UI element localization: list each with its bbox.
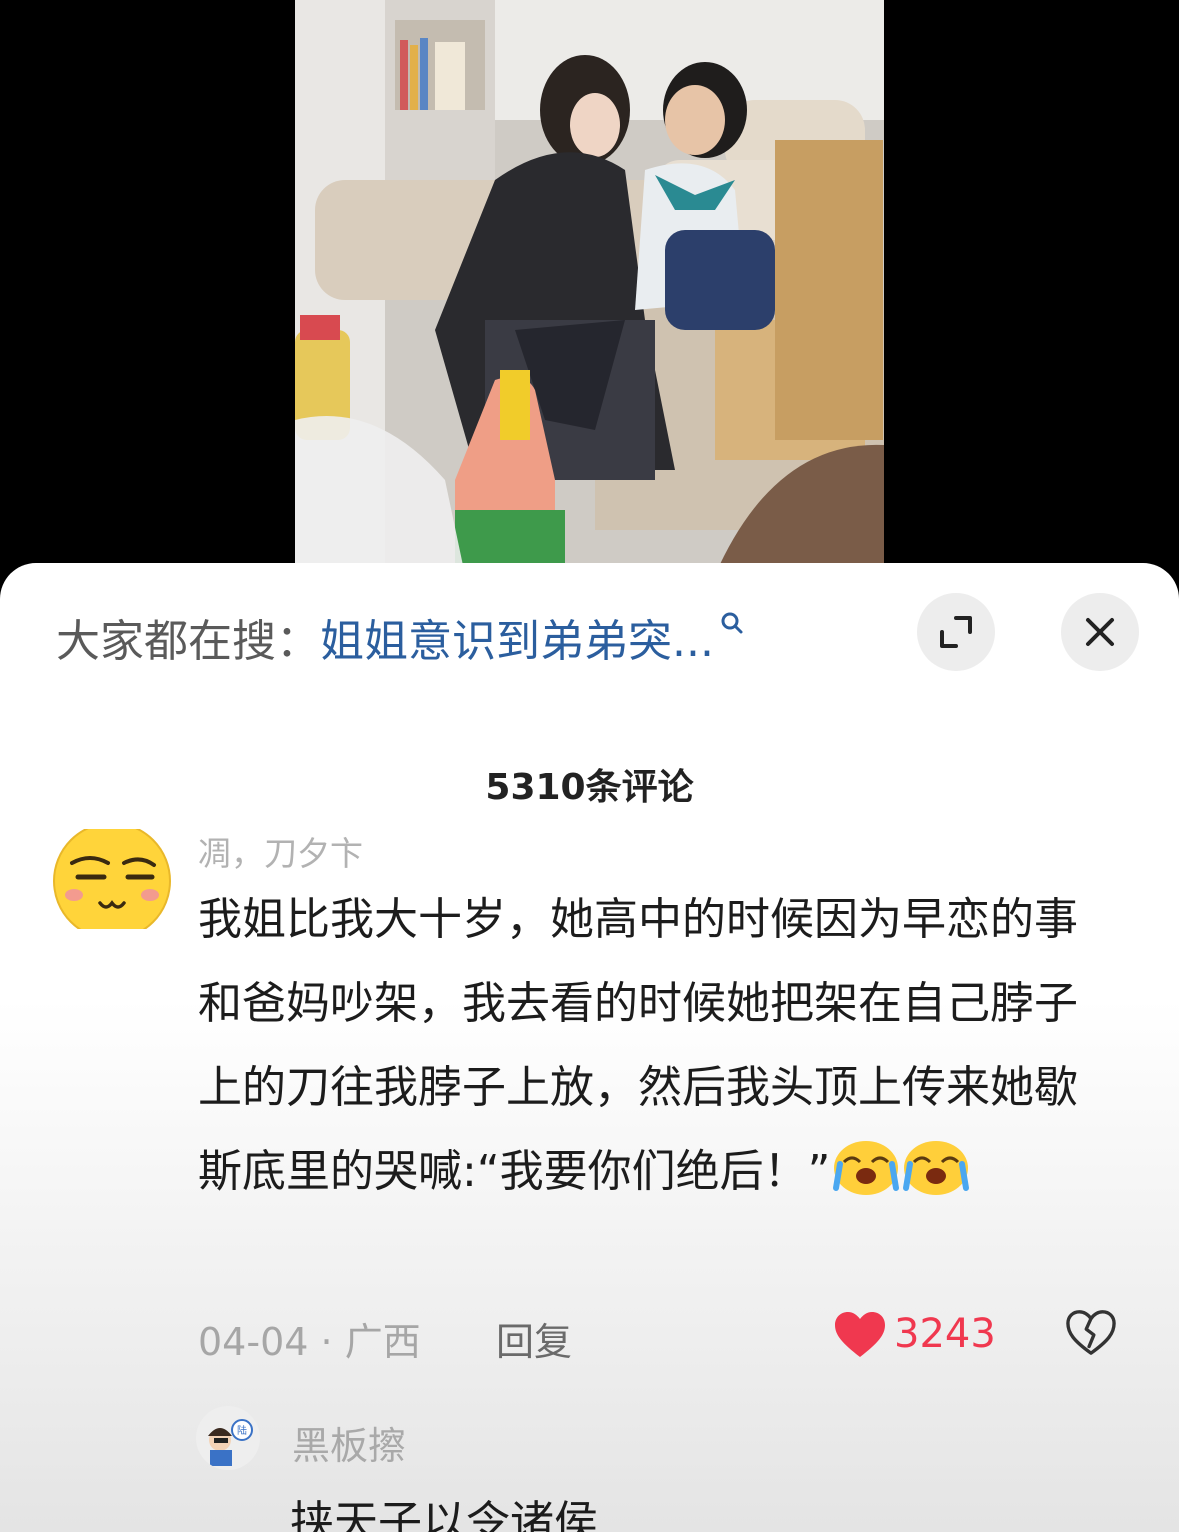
crying-emoji-icon [903, 1141, 970, 1195]
cartoon-avatar-image: 陆 [196, 1406, 260, 1470]
heart-icon[interactable] [834, 1311, 886, 1359]
svg-text:陆: 陆 [237, 1424, 247, 1437]
expand-icon [940, 616, 972, 648]
expand-button[interactable] [917, 593, 995, 671]
cartoon-avatar[interactable]: 陆 [196, 1406, 260, 1470]
comment-username[interactable]: 凋，刀夕卞 [198, 827, 363, 875]
comment-text[interactable]: 挟天子以令诸侯 [290, 1486, 598, 1532]
video-frame-image [295, 0, 884, 575]
trending-search-query[interactable]: 姐姐意识到弟弟突... [320, 605, 714, 669]
comment-location: 广西 [344, 1320, 421, 1364]
trending-search-bar[interactable]: 大家都在搜： 姐姐意识到弟弟突... [56, 605, 743, 669]
smirk-emoji-avatar[interactable] [52, 829, 172, 929]
search-icon[interactable] [720, 611, 744, 635]
comments-sheet: 大家都在搜： 姐姐意识到弟弟突... 5310条评论 凋，刀夕卞 我姐比我大十岁… [0, 563, 1179, 1532]
reply-button[interactable]: 回复 [496, 1311, 572, 1366]
close-button[interactable] [1061, 593, 1139, 671]
meta-separator: · [320, 1320, 333, 1364]
close-icon [1086, 618, 1114, 646]
comment-date: 04-04 [198, 1320, 309, 1364]
broken-heart-icon[interactable] [1066, 1309, 1116, 1357]
video-player[interactable] [295, 0, 884, 575]
comment-count-title: 5310条评论 [485, 767, 694, 808]
like-count: 3243 [894, 1311, 996, 1357]
comment-username[interactable]: 黑板擦 [292, 1415, 406, 1470]
trending-search-label: 大家都在搜： [56, 616, 320, 667]
crying-emoji-icon [833, 1141, 900, 1195]
comment-text[interactable]: 我姐比我大十岁，她高中的时候因为早恋的事和爸妈吵架，我去看的时候她把架在自己脖子… [198, 878, 1098, 1214]
comment-meta: 04-04 · 广西 [198, 1311, 421, 1366]
